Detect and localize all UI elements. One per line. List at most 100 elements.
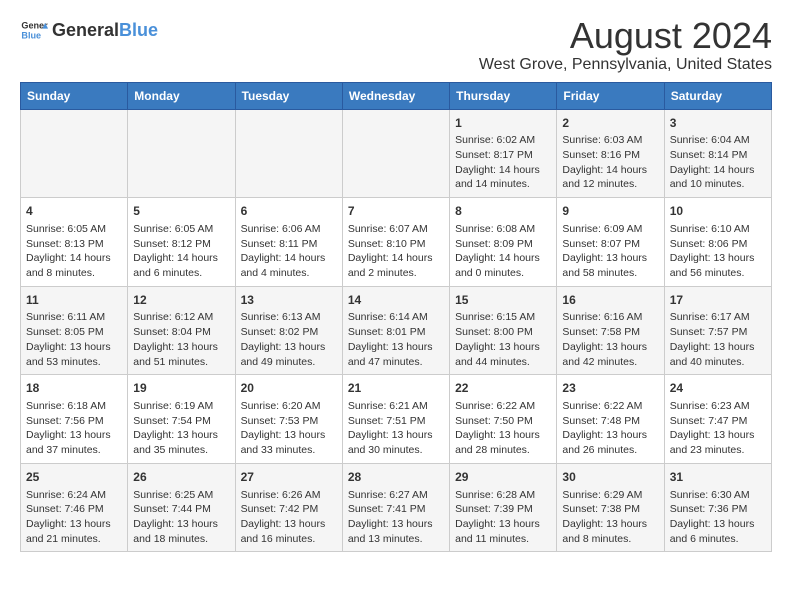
logo-blue: Blue [119,20,158,41]
day-info: Sunrise: 6:21 AMSunset: 7:51 PMDaylight:… [348,399,444,458]
day-info: Sunrise: 6:08 AMSunset: 8:09 PMDaylight:… [455,222,551,281]
day-number: 20 [241,380,337,397]
calendar-cell [21,109,128,198]
calendar-cell: 1Sunrise: 6:02 AMSunset: 8:17 PMDaylight… [450,109,557,198]
calendar-cell: 4 Sunrise: 6:05 AMSunset: 8:13 PMDaylight… [21,198,128,287]
day-info: Sunrise: 6:17 AMSunset: 7:57 PMDaylight:… [670,310,766,369]
day-number: 29 [455,469,551,486]
col-header-wednesday: Wednesday [342,82,449,109]
calendar-week-row: 18 Sunrise: 6:18 AMSunset: 7:56 PMDayligh… [21,375,772,464]
calendar-cell: 3Sunrise: 6:04 AMSunset: 8:14 PMDaylight… [664,109,771,198]
subtitle: West Grove, Pennsylvania, United States [479,56,772,74]
calendar-cell: 16Sunrise: 6:16 AMSunset: 7:58 PMDayligh… [557,286,664,375]
calendar-cell: 9Sunrise: 6:09 AMSunset: 8:07 PMDaylight… [557,198,664,287]
calendar-cell: 21 Sunrise: 6:21 AMSunset: 7:51 PMDayligh… [342,375,449,464]
calendar-week-row: 1Sunrise: 6:02 AMSunset: 8:17 PMDaylight… [21,109,772,198]
day-info: Sunrise: 6:27 AMSunset: 7:41 PMDaylight:… [348,488,444,547]
day-info: Sunrise: 6:14 AMSunset: 8:01 PMDaylight:… [348,310,444,369]
day-number: 30 [562,469,658,486]
day-info: Sunrise: 6:30 AMSunset: 7:36 PMDaylight:… [670,488,766,547]
day-info: Sunrise: 6:12 AMSunset: 8:04 PMDaylight:… [133,310,229,369]
page-header: General Blue GeneralBlue August 2024 Wes… [20,16,772,74]
calendar-cell: 29 Sunrise: 6:28 AMSunset: 7:39 PMDayligh… [450,463,557,552]
title-block: August 2024 West Grove, Pennsylvania, Un… [479,16,772,74]
col-header-tuesday: Tuesday [235,82,342,109]
calendar-cell: 28 Sunrise: 6:27 AMSunset: 7:41 PMDayligh… [342,463,449,552]
day-info: Sunrise: 6:23 AMSunset: 7:47 PMDaylight:… [670,399,766,458]
day-info: Sunrise: 6:13 AMSunset: 8:02 PMDaylight:… [241,310,337,369]
calendar-cell: 13Sunrise: 6:13 AMSunset: 8:02 PMDayligh… [235,286,342,375]
logo-general: General [52,20,119,41]
day-number: 18 [26,380,122,397]
day-number: 14 [348,292,444,309]
day-number: 31 [670,469,766,486]
calendar-week-row: 11Sunrise: 6:11 AMSunset: 8:05 PMDayligh… [21,286,772,375]
calendar-cell [235,109,342,198]
calendar-cell: 10 Sunrise: 6:10 AMSunset: 8:06 PMDayligh… [664,198,771,287]
day-number: 25 [26,469,122,486]
day-number: 7 [348,203,444,220]
calendar-cell: 31 Sunrise: 6:30 AMSunset: 7:36 PMDayligh… [664,463,771,552]
day-info: Sunrise: 6:09 AMSunset: 8:07 PMDaylight:… [562,222,658,281]
day-number: 2 [562,115,658,132]
calendar-cell: 8 Sunrise: 6:08 AMSunset: 8:09 PMDaylight… [450,198,557,287]
calendar-cell: 24Sunrise: 6:23 AMSunset: 7:47 PMDayligh… [664,375,771,464]
calendar-week-row: 25 Sunrise: 6:24 AMSunset: 7:46 PMDayligh… [21,463,772,552]
day-info: Sunrise: 6:25 AMSunset: 7:44 PMDaylight:… [133,488,229,547]
calendar-cell: 23 Sunrise: 6:22 AMSunset: 7:48 PMDayligh… [557,375,664,464]
day-info: Sunrise: 6:20 AMSunset: 7:53 PMDaylight:… [241,399,337,458]
day-number: 15 [455,292,551,309]
calendar-cell: 6 Sunrise: 6:06 AMSunset: 8:11 PMDaylight… [235,198,342,287]
day-number: 13 [241,292,337,309]
day-info: Sunrise: 6:18 AMSunset: 7:56 PMDaylight:… [26,399,122,458]
day-number: 19 [133,380,229,397]
day-info: Sunrise: 6:06 AMSunset: 8:11 PMDaylight:… [241,222,337,281]
day-number: 28 [348,469,444,486]
day-info: Sunrise: 6:15 AMSunset: 8:00 PMDaylight:… [455,310,551,369]
calendar-cell [342,109,449,198]
calendar-cell: 25 Sunrise: 6:24 AMSunset: 7:46 PMDayligh… [21,463,128,552]
main-title: August 2024 [479,16,772,56]
day-number: 4 [26,203,122,220]
calendar-cell: 5 Sunrise: 6:05 AMSunset: 8:12 PMDaylight… [128,198,235,287]
day-number: 21 [348,380,444,397]
calendar-cell: 20 Sunrise: 6:20 AMSunset: 7:53 PMDayligh… [235,375,342,464]
calendar-cell: 19Sunrise: 6:19 AMSunset: 7:54 PMDayligh… [128,375,235,464]
day-info: Sunrise: 6:05 AMSunset: 8:12 PMDaylight:… [133,222,229,281]
day-number: 23 [562,380,658,397]
day-info: Sunrise: 6:28 AMSunset: 7:39 PMDaylight:… [455,488,551,547]
col-header-saturday: Saturday [664,82,771,109]
calendar-cell: 14Sunrise: 6:14 AMSunset: 8:01 PMDayligh… [342,286,449,375]
day-number: 8 [455,203,551,220]
day-info: Sunrise: 6:22 AMSunset: 7:48 PMDaylight:… [562,399,658,458]
day-info: Sunrise: 6:10 AMSunset: 8:06 PMDaylight:… [670,222,766,281]
col-header-friday: Friday [557,82,664,109]
day-number: 6 [241,203,337,220]
day-number: 3 [670,115,766,132]
calendar-cell: 26 Sunrise: 6:25 AMSunset: 7:44 PMDayligh… [128,463,235,552]
day-info: Sunrise: 6:07 AMSunset: 8:10 PMDaylight:… [348,222,444,281]
logo: General Blue GeneralBlue [20,16,158,44]
day-number: 17 [670,292,766,309]
day-number: 16 [562,292,658,309]
calendar-table: SundayMondayTuesdayWednesdayThursdayFrid… [20,82,772,553]
calendar-week-row: 4 Sunrise: 6:05 AMSunset: 8:13 PMDaylight… [21,198,772,287]
col-header-sunday: Sunday [21,82,128,109]
day-number: 12 [133,292,229,309]
day-info: Sunrise: 6:29 AMSunset: 7:38 PMDaylight:… [562,488,658,547]
day-info: Sunrise: 6:24 AMSunset: 7:46 PMDaylight:… [26,488,122,547]
day-info: Sunrise: 6:05 AMSunset: 8:13 PMDaylight:… [26,222,122,281]
day-number: 5 [133,203,229,220]
calendar-cell: 2Sunrise: 6:03 AMSunset: 8:16 PMDaylight… [557,109,664,198]
day-number: 10 [670,203,766,220]
day-number: 22 [455,380,551,397]
calendar-cell: 22 Sunrise: 6:22 AMSunset: 7:50 PMDayligh… [450,375,557,464]
day-number: 11 [26,292,122,309]
col-header-thursday: Thursday [450,82,557,109]
day-number: 26 [133,469,229,486]
calendar-cell [128,109,235,198]
day-info: Sunrise: 6:22 AMSunset: 7:50 PMDaylight:… [455,399,551,458]
day-info: Sunrise: 6:26 AMSunset: 7:42 PMDaylight:… [241,488,337,547]
day-info: Sunrise: 6:04 AMSunset: 8:14 PMDaylight:… [670,133,766,192]
day-info: Sunrise: 6:11 AMSunset: 8:05 PMDaylight:… [26,310,122,369]
